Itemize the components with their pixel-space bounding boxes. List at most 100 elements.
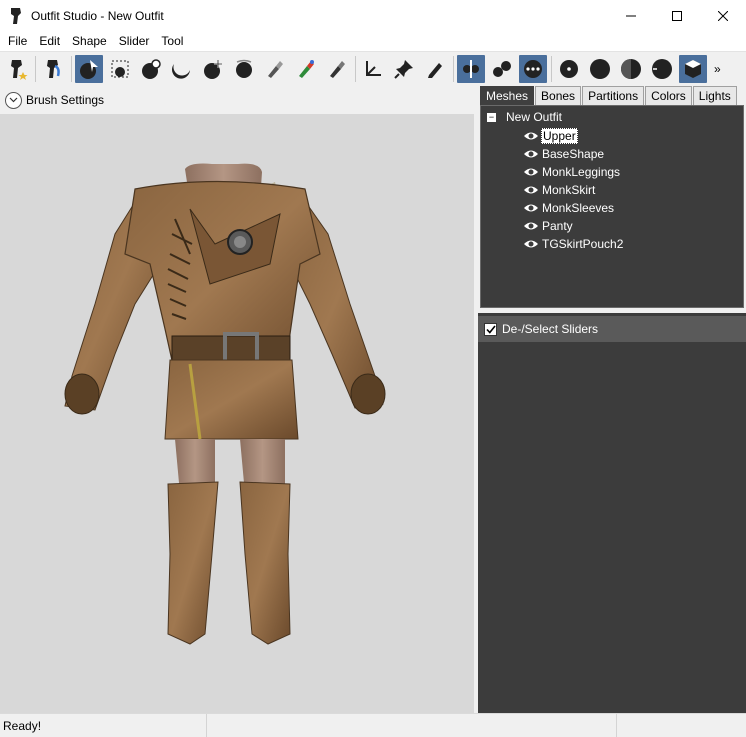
weight-brush-button[interactable] (292, 55, 320, 83)
chevron-down-icon (5, 91, 22, 109)
shaded-render-icon (621, 58, 641, 79)
checkmark-icon (485, 325, 496, 334)
close-icon (718, 10, 728, 21)
menu-slider[interactable]: Slider (113, 31, 156, 51)
load-outfit-icon (47, 59, 60, 78)
brush-settings-header[interactable]: Brush Settings (0, 86, 474, 114)
eye-icon[interactable] (523, 130, 539, 142)
deflate-brush-icon (172, 63, 190, 79)
eye-icon[interactable] (523, 238, 539, 250)
solid-render-icon (590, 58, 610, 79)
toolbar: » (0, 51, 746, 85)
status-cell (617, 714, 746, 737)
eye-icon[interactable] (523, 166, 539, 178)
transform-brush-icon (111, 60, 129, 77)
mask-brush-button[interactable] (261, 55, 289, 83)
right-top-pane: Meshes Bones Partitions Colors Lights − … (478, 86, 746, 310)
load-reference-button[interactable] (3, 55, 31, 83)
global-brush-button[interactable] (519, 54, 547, 83)
inflate-brush-button[interactable] (137, 55, 165, 83)
select-sliders-label: De-/Select Sliders (502, 322, 599, 336)
mask-brush-icon (268, 60, 283, 78)
move-brush-button[interactable] (199, 55, 227, 83)
tree-root[interactable]: − New Outfit (487, 110, 562, 124)
tab-colors[interactable]: Colors (645, 86, 692, 105)
left-pane: Brush Settings (0, 86, 474, 713)
title-bar: Outfit Studio - New Outfit (0, 0, 746, 31)
tab-bones[interactable]: Bones (535, 86, 582, 105)
tree-item-upper[interactable]: Upper (523, 127, 624, 145)
tree-item-label: MonkSleeves (542, 201, 615, 215)
status-cell (207, 714, 617, 737)
tree-item-baseshape[interactable]: BaseShape (523, 145, 624, 163)
connected-button[interactable] (488, 55, 516, 83)
shaded-render-button[interactable] (617, 55, 645, 83)
load-outfit-button[interactable] (39, 55, 67, 83)
maximize-button[interactable] (654, 0, 700, 31)
cube-render-icon (685, 59, 701, 78)
load-reference-icon (11, 59, 28, 80)
smooth-brush-button[interactable] (230, 55, 258, 83)
transform-brush-button[interactable] (106, 55, 134, 83)
toolbar-overflow-button[interactable]: » (714, 62, 721, 76)
axis-button[interactable] (359, 55, 387, 83)
tree-item-monkleggings[interactable]: MonkLeggings (523, 163, 624, 181)
sliders-pane: De-/Select Sliders (478, 313, 746, 713)
3d-viewport[interactable] (0, 114, 474, 713)
tree-item-label: Panty (542, 219, 573, 233)
deflate-brush-button[interactable] (168, 55, 196, 83)
tree-item-monkskirt[interactable]: MonkSkirt (523, 181, 624, 199)
status-text: Ready! (0, 714, 207, 737)
tree-root-label: New Outfit (506, 110, 563, 124)
mirror-button[interactable] (457, 54, 485, 83)
window-title: Outfit Studio - New Outfit (31, 8, 164, 23)
tree-item-label: BaseShape (542, 147, 605, 161)
eye-icon[interactable] (523, 184, 539, 196)
point-render-button[interactable] (555, 55, 583, 83)
brush-settings-label: Brush Settings (26, 93, 105, 107)
tree-item-label: MonkSkirt (542, 183, 596, 197)
axis-icon (366, 60, 381, 76)
tab-lights[interactable]: Lights (692, 86, 737, 105)
eye-icon[interactable] (523, 148, 539, 160)
edit-icon (428, 62, 442, 78)
outfit-model (64, 163, 386, 645)
toolbar-separator (355, 55, 356, 82)
tree-item-tgskirtpouch2[interactable]: TGSkirtPouch2 (523, 235, 624, 253)
eye-icon[interactable] (523, 202, 539, 214)
menu-edit[interactable]: Edit (33, 31, 66, 51)
global-brush-icon (524, 59, 542, 78)
mesh-tree[interactable]: − New Outfit Upper BaseShape MonkLegging… (480, 105, 744, 308)
tab-meshes[interactable]: Meshes (480, 86, 535, 105)
tab-partitions[interactable]: Partitions (582, 86, 645, 105)
menu-shape[interactable]: Shape (66, 31, 113, 51)
color-brush-icon (330, 60, 345, 78)
toolbar-separator (453, 55, 454, 82)
tree-item-panty[interactable]: Panty (523, 217, 624, 235)
pin-button[interactable] (390, 55, 418, 83)
menu-tool[interactable]: Tool (155, 31, 189, 51)
toolbar-separator (551, 55, 552, 82)
smooth-render-button[interactable] (648, 55, 676, 83)
maximize-icon (672, 10, 682, 21)
menu-bar: File Edit Shape Slider Tool (0, 31, 746, 51)
edit-button[interactable] (421, 55, 449, 83)
eye-icon[interactable] (523, 220, 539, 232)
pin-icon (394, 59, 413, 79)
cube-render-button[interactable] (679, 54, 707, 83)
menu-file[interactable]: File (2, 31, 33, 51)
solid-render-button[interactable] (586, 55, 614, 83)
weight-brush-icon (299, 59, 314, 78)
select-sliders-checkbox[interactable] (484, 322, 497, 336)
collapse-icon[interactable]: − (487, 112, 496, 122)
smooth-brush-icon (236, 59, 252, 78)
select-brush-button[interactable] (75, 54, 103, 83)
close-button[interactable] (700, 0, 746, 31)
tree-item-label: Upper (541, 128, 578, 144)
smooth-render-icon (652, 58, 672, 79)
move-brush-icon (204, 59, 222, 79)
color-brush-button[interactable] (323, 55, 351, 83)
tree-item-monksleeves[interactable]: MonkSleeves (523, 199, 624, 217)
minimize-button[interactable] (608, 0, 654, 31)
tree-item-label: MonkLeggings (542, 165, 621, 179)
